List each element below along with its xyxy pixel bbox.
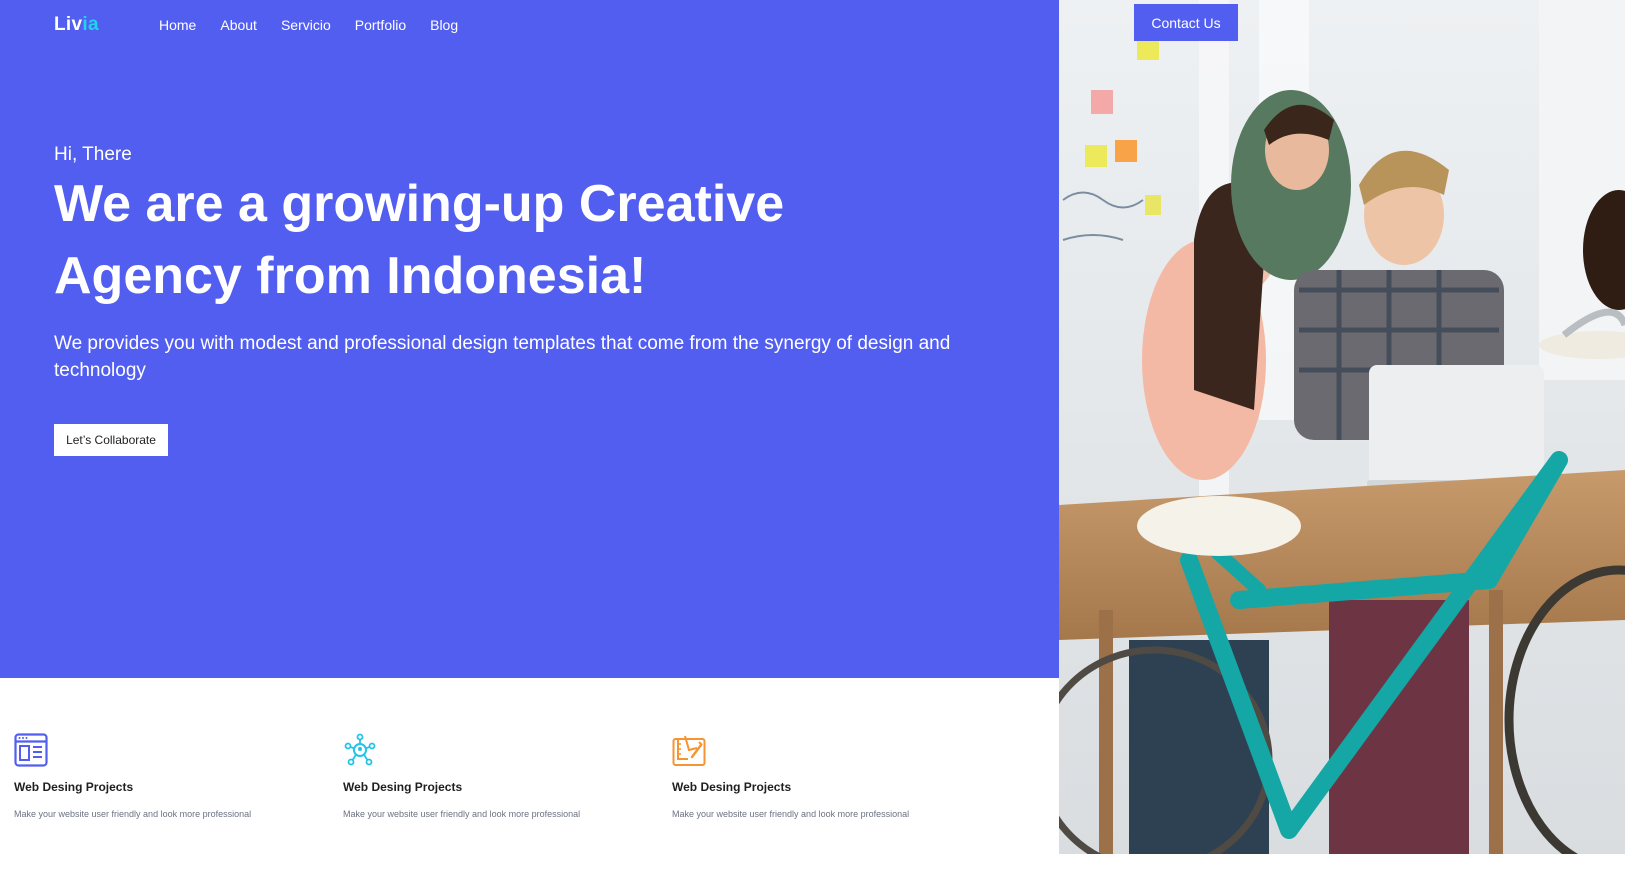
feature-description: Make your website user friendly and look… xyxy=(14,809,252,819)
nav-item-servicio[interactable]: Servicio xyxy=(281,17,331,33)
collaborate-button[interactable]: Let’s Collaborate xyxy=(54,424,168,456)
logo-accent: ia xyxy=(82,14,99,35)
feature-title: Web Desing Projects xyxy=(672,780,792,794)
network-hub-icon xyxy=(344,733,376,766)
feature-card: Web Desing Projects Make your website us… xyxy=(672,733,972,819)
contact-us-button[interactable]: Contact Us xyxy=(1134,4,1238,41)
feature-title: Web Desing Projects xyxy=(343,780,463,794)
feature-title: Web Desing Projects xyxy=(14,780,134,794)
nav-item-portfolio[interactable]: Portfolio xyxy=(355,17,406,33)
main-nav: Home About Servicio Portfolio Blog xyxy=(159,17,482,33)
feature-description: Make your website user friendly and look… xyxy=(343,809,581,819)
team-photo xyxy=(1059,0,1625,854)
hero-headline: We are a growing-up Creative Agency from… xyxy=(54,175,785,305)
brand-logo[interactable]: Livia xyxy=(54,14,99,36)
nav-item-about[interactable]: About xyxy=(220,17,257,33)
feature-card: Web Desing Projects Make your website us… xyxy=(14,733,314,819)
nav-item-blog[interactable]: Blog xyxy=(430,17,458,33)
hero-section: Livia Home About Servicio Portfolio Blog… xyxy=(0,0,1059,678)
logo-main: Liv xyxy=(54,14,83,35)
feature-card: Web Desing Projects Make your website us… xyxy=(343,733,643,819)
design-tools-icon xyxy=(672,735,706,766)
team-photo-illustration xyxy=(1059,0,1625,854)
features-section: Web Desing Projects Make your website us… xyxy=(0,678,1059,876)
feature-description: Make your website user friendly and look… xyxy=(672,809,910,819)
browser-window-icon xyxy=(14,733,48,767)
nav-item-home[interactable]: Home xyxy=(159,17,196,33)
hero-greeting: Hi, There xyxy=(54,144,132,165)
hero-subtext: We provides you with modest and professi… xyxy=(54,333,951,381)
